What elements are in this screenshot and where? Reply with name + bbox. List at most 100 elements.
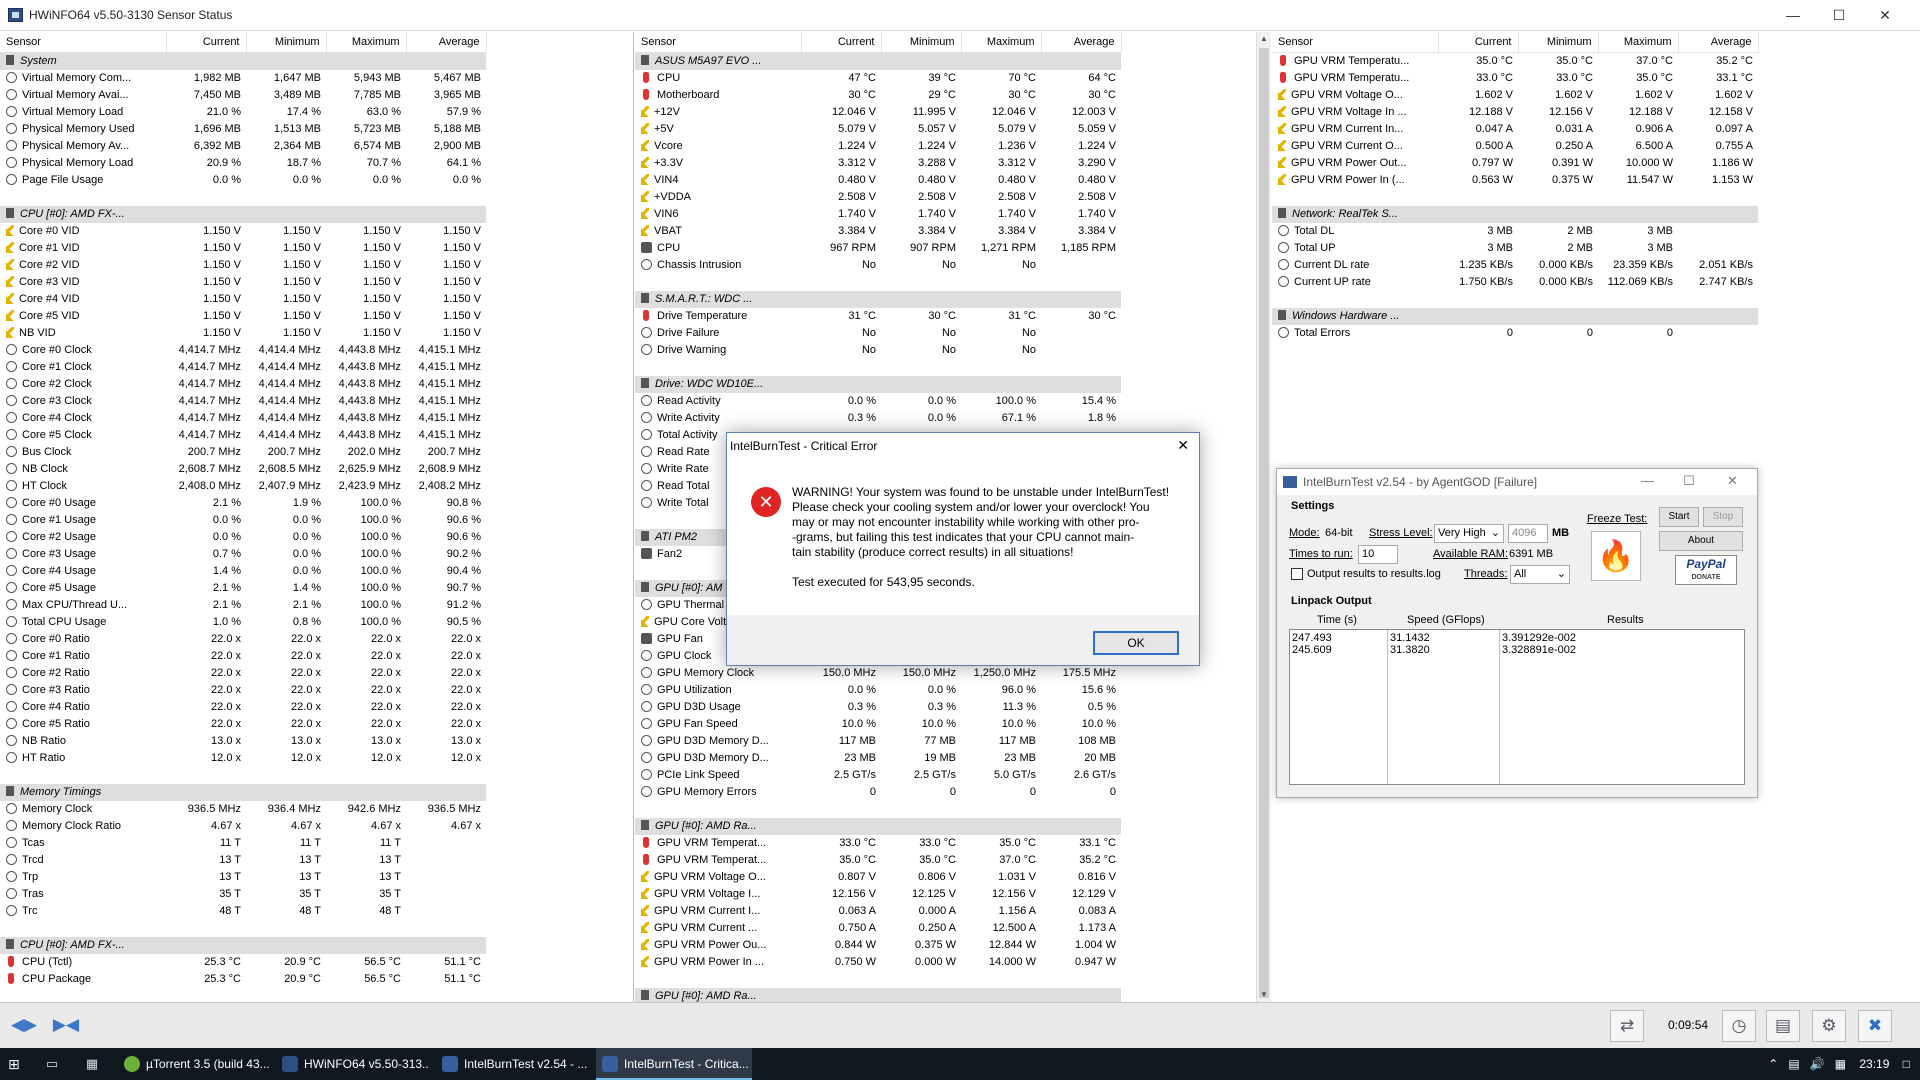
table-row[interactable]: Core #3 Usage 0.7 % 0.0 % 100.0 % 90.2 %	[0, 546, 486, 563]
table-row[interactable]: Core #0 Clock 4,414.7 MHz 4,414.4 MHz 4,443…	[0, 342, 486, 359]
column-header[interactable]: Minimum	[246, 32, 327, 53]
dialog-close-icon[interactable]: ✕	[1177, 437, 1189, 454]
paypal-donate-button[interactable]: PayPal DONATE	[1675, 555, 1737, 585]
table-row[interactable]: CPU (Tctl) 25.3 °C 20.9 °C 56.5 °C 51.1 °C	[0, 954, 486, 971]
column-header[interactable]: Current	[166, 32, 247, 53]
column-header[interactable]: Maximum	[961, 32, 1042, 53]
table-row[interactable]: Physical Memory Load 20.9 % 18.7 % 70.7 % 64…	[0, 155, 486, 172]
table-row[interactable]: Write Activity 0.3 % 0.0 % 67.1 % 1.8 %	[635, 410, 1121, 427]
column-header[interactable]: Minimum	[881, 32, 962, 53]
stop-button[interactable]: Stop	[1703, 507, 1743, 527]
table-row[interactable]: Virtual Memory Com... 1,982 MB 1,647 MB 5,9…	[0, 70, 486, 87]
table-row[interactable]: NB VID 1.150 V 1.150 V 1.150 V 1.150 V	[0, 325, 486, 342]
table-row[interactable]: Read Activity 0.0 % 0.0 % 100.0 % 15.4 %	[635, 393, 1121, 410]
table-row[interactable]: Total UP 3 MB 2 MB 3 MB	[1272, 240, 1758, 257]
table-row[interactable]: GPU Fan Speed 10.0 % 10.0 % 10.0 % 10.0 %	[635, 716, 1121, 733]
table-row[interactable]: Drive Temperature 31 °C 30 °C 31 °C 30 °C	[635, 308, 1121, 325]
table-row[interactable]: Tras 35 T 35 T 35 T	[0, 886, 486, 903]
column-header[interactable]: Sensor	[0, 32, 167, 53]
table-row[interactable]: GPU Memory Clock 150.0 MHz 150.0 MHz 1,250.…	[635, 665, 1121, 682]
clock-icon[interactable]: ◷	[1722, 1010, 1756, 1042]
start-button[interactable]: Start	[1659, 507, 1699, 527]
table-row[interactable]: VIN6 1.740 V 1.740 V 1.740 V 1.740 V	[635, 206, 1121, 223]
threads-select[interactable]: All ⌄	[1510, 565, 1570, 584]
table-row[interactable]: Core #4 VID 1.150 V 1.150 V 1.150 V 1.150 V	[0, 291, 486, 308]
sensor-group-row[interactable]: Drive: WDC WD10E...	[635, 375, 1121, 393]
table-row[interactable]: +VDDA 2.508 V 2.508 V 2.508 V 2.508 V	[635, 189, 1121, 206]
close-button[interactable]: ✕	[1862, 0, 1908, 31]
table-row[interactable]: Max CPU/Thread U... 2.1 % 2.1 % 100.0 % 91.2…	[0, 597, 486, 614]
table-row[interactable]: Total DL 3 MB 2 MB 3 MB	[1272, 223, 1758, 240]
scroll-down-icon[interactable]: ▼	[1257, 988, 1271, 1002]
column-header[interactable]: Sensor	[1272, 32, 1439, 53]
sensor-group-row[interactable]: Memory Timings	[0, 783, 486, 801]
table-row[interactable]: Core #2 Ratio 22.0 x 22.0 x 22.0 x 22.0 x	[0, 665, 486, 682]
language-icon[interactable]: ▦	[1835, 1057, 1846, 1071]
network-icon[interactable]: ⇄	[1610, 1010, 1644, 1042]
taskbar-item-utorrent[interactable]: µTorrent 3.5 (build 43...	[118, 1048, 270, 1080]
scroll-up-icon[interactable]: ▲	[1257, 32, 1271, 46]
table-row[interactable]: Motherboard 30 °C 29 °C 30 °C 30 °C	[635, 87, 1121, 104]
scroll-thumb[interactable]	[1259, 48, 1269, 998]
table-row[interactable]: HT Clock 2,408.0 MHz 2,407.9 MHz 2,423.9 MH…	[0, 478, 486, 495]
table-row[interactable]: Trp 13 T 13 T 13 T	[0, 869, 486, 886]
stress-level-select[interactable]: Very High ⌄	[1434, 524, 1504, 543]
taskbar-item-critical-error[interactable]: IntelBurnTest - Critica...	[596, 1048, 752, 1080]
table-row[interactable]: Core #5 Ratio 22.0 x 22.0 x 22.0 x 22.0 x	[0, 716, 486, 733]
table-row[interactable]: GPU VRM Power In (... 0.563 W 0.375 W 11.54…	[1272, 172, 1758, 189]
table-row[interactable]: Bus Clock 200.7 MHz 200.7 MHz 202.0 MHz 200.…	[0, 444, 486, 461]
table-row[interactable]: Core #5 Clock 4,414.7 MHz 4,414.4 MHz 4,443…	[0, 427, 486, 444]
ibt-maximize-button[interactable]: ☐	[1683, 473, 1695, 489]
table-row[interactable]: GPU Memory Errors 0 0 0 0	[635, 784, 1121, 801]
close-icon[interactable]: ✖	[1858, 1010, 1892, 1042]
table-row[interactable]: +12V 12.046 V 11.995 V 12.046 V 12.003 V	[635, 104, 1121, 121]
column-header[interactable]: Average	[1678, 32, 1759, 53]
sensor-group-row[interactable]: Network: RealTek S...	[1272, 205, 1758, 223]
table-row[interactable]: Core #3 Clock 4,414.7 MHz 4,414.4 MHz 4,443…	[0, 393, 486, 410]
memory-size-input[interactable]: 4096	[1508, 524, 1548, 543]
table-row[interactable]: GPU VRM Temperatu... 33.0 °C 33.0 °C 35.0 °…	[1272, 70, 1758, 87]
minimize-button[interactable]: —	[1770, 0, 1816, 31]
column-header[interactable]: Average	[1041, 32, 1122, 53]
table-row[interactable]: Core #3 VID 1.150 V 1.150 V 1.150 V 1.150 V	[0, 274, 486, 291]
table-row[interactable]: Core #4 Clock 4,414.7 MHz 4,414.4 MHz 4,443…	[0, 410, 486, 427]
table-row[interactable]: Core #1 VID 1.150 V 1.150 V 1.150 V 1.150 V	[0, 240, 486, 257]
table-row[interactable]: NB Ratio 13.0 x 13.0 x 13.0 x 13.0 x	[0, 733, 486, 750]
table-row[interactable]: Trc 48 T 48 T 48 T	[0, 903, 486, 920]
column-header[interactable]: Current	[801, 32, 882, 53]
table-row[interactable]: Core #0 VID 1.150 V 1.150 V 1.150 V 1.150 V	[0, 223, 486, 240]
table-row[interactable]: Vcore 1.224 V 1.224 V 1.236 V 1.224 V	[635, 138, 1121, 155]
table-row[interactable]: Drive Warning No No No	[635, 342, 1121, 359]
table-row[interactable]: Chassis Intrusion No No No	[635, 257, 1121, 274]
table-row[interactable]: Core #5 VID 1.150 V 1.150 V 1.150 V 1.150 V	[0, 308, 486, 325]
table-row[interactable]: Core #0 Ratio 22.0 x 22.0 x 22.0 x 22.0 x	[0, 631, 486, 648]
column-header[interactable]: Minimum	[1518, 32, 1599, 53]
sensor-group-row[interactable]: ASUS M5A97 EVO ...	[635, 52, 1121, 70]
table-row[interactable]: HT Ratio 12.0 x 12.0 x 12.0 x 12.0 x	[0, 750, 486, 767]
table-row[interactable]: Physical Memory Used 1,696 MB 1,513 MB 5,72…	[0, 121, 486, 138]
pane-2-scrollbar[interactable]: ▲ ▼	[1256, 32, 1271, 1002]
table-row[interactable]: GPU VRM Current O... 0.500 A 0.250 A 6.500 …	[1272, 138, 1758, 155]
sensor-group-row[interactable]: S.M.A.R.T.: WDC ...	[635, 290, 1121, 308]
table-row[interactable]: GPU VRM Voltage In ... 12.188 V 12.156 V 12…	[1272, 104, 1758, 121]
network-tray-icon[interactable]: ▤	[1788, 1057, 1799, 1071]
table-row[interactable]: GPU D3D Usage 0.3 % 0.3 % 11.3 % 0.5 %	[635, 699, 1121, 716]
ok-button[interactable]: OK	[1093, 631, 1179, 655]
sensor-group-row[interactable]: CPU [#0]: AMD FX-...	[0, 205, 486, 223]
table-row[interactable]: CPU Package 25.3 °C 20.9 °C 56.5 °C 51.1 °C	[0, 971, 486, 988]
table-row[interactable]: GPU D3D Memory D... 117 MB 77 MB 117 MB 108 …	[635, 733, 1121, 750]
table-row[interactable]: GPU VRM Voltage O... 1.602 V 1.602 V 1.602 …	[1272, 87, 1758, 104]
table-row[interactable]: PCIe Link Speed 2.5 GT/s 2.5 GT/s 5.0 GT/s 2…	[635, 767, 1121, 784]
app-icon[interactable]: ▦	[82, 1054, 102, 1074]
table-row[interactable]: GPU VRM Temperatu... 35.0 °C 35.0 °C 37.0 °…	[1272, 52, 1758, 70]
task-view-icon[interactable]: ▭	[42, 1054, 62, 1074]
table-row[interactable]: Trcd 13 T 13 T 13 T	[0, 852, 486, 869]
table-row[interactable]: Current UP rate 1.750 KB/s 0.000 KB/s 112.0…	[1272, 274, 1758, 291]
table-row[interactable]: GPU VRM Power In ... 0.750 W 0.000 W 14.000…	[635, 954, 1121, 971]
table-row[interactable]: GPU VRM Power Ou... 0.844 W 0.375 W 12.844 …	[635, 937, 1121, 954]
column-header[interactable]: Maximum	[1598, 32, 1679, 53]
ibt-minimize-button[interactable]: —	[1641, 473, 1654, 488]
table-row[interactable]: Physical Memory Av... 6,392 MB 2,364 MB 6,5…	[0, 138, 486, 155]
expand-left-right-icon[interactable]: ◀▶	[6, 1011, 42, 1039]
table-row[interactable]: Core #3 Ratio 22.0 x 22.0 x 22.0 x 22.0 x	[0, 682, 486, 699]
